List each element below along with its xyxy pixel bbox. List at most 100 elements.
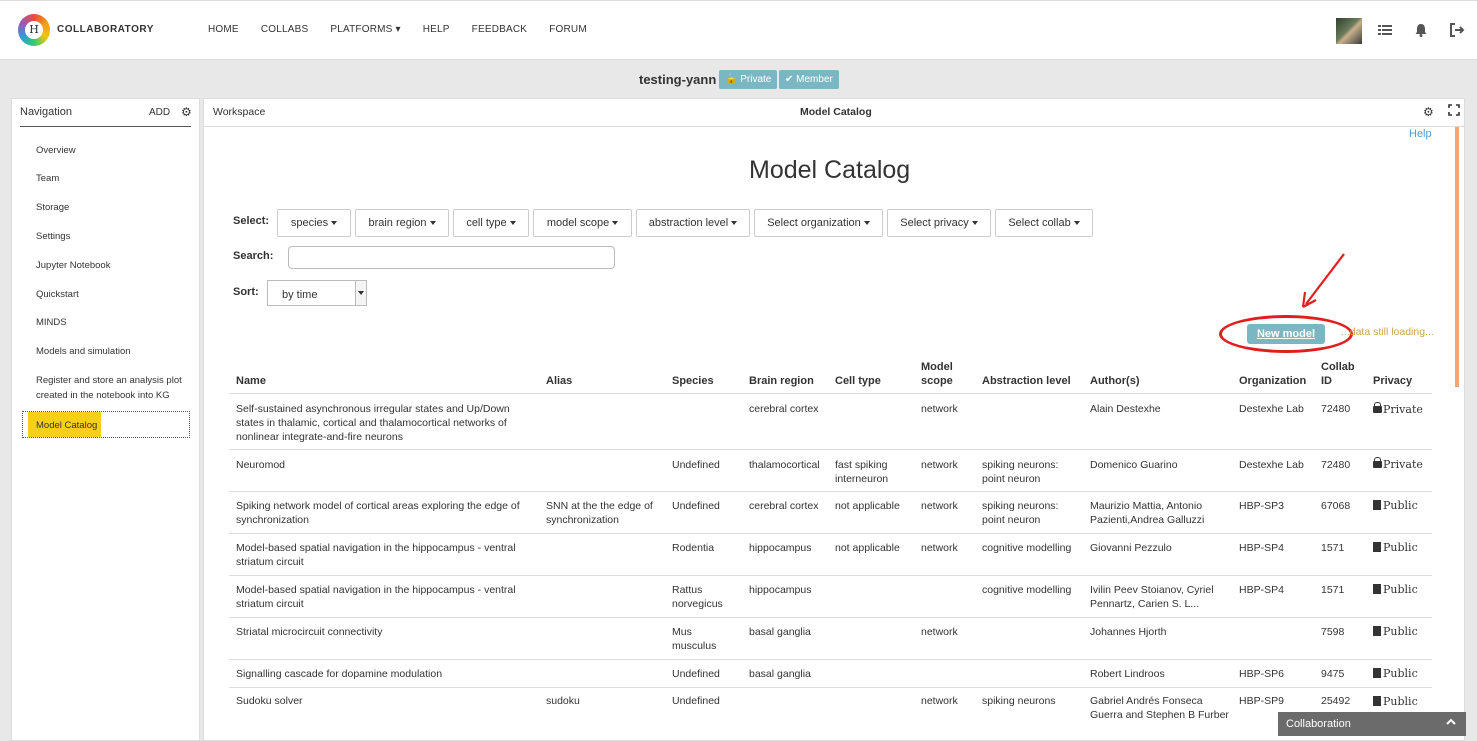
lock-icon bbox=[1373, 457, 1382, 468]
row-divider bbox=[229, 659, 1432, 660]
cell-organization: HBP-SP3 bbox=[1239, 500, 1284, 512]
logo-text: H bbox=[25, 21, 43, 39]
top-bar: H COLLABORATORY HOME COLLABS PLATFORMS ▾… bbox=[0, 0, 1477, 60]
cell-brain-region: cerebral cortex bbox=[749, 500, 819, 512]
cell-brain-region: thalamocortical bbox=[749, 459, 820, 471]
header-brain-region[interactable]: Brain region bbox=[749, 374, 814, 388]
cell-organization: Destexhe Lab bbox=[1239, 403, 1304, 415]
sidebar-item-model-catalog[interactable]: Model Catalog bbox=[36, 418, 196, 433]
collaboratory-logo-icon[interactable]: H bbox=[18, 14, 50, 46]
cell-species: Undefined bbox=[672, 668, 720, 680]
cell-privacy: Private bbox=[1373, 457, 1423, 472]
cell-collab-id: 25492 bbox=[1321, 695, 1351, 707]
row-divider bbox=[229, 491, 1432, 492]
collaboration-bar[interactable]: Collaboration bbox=[1278, 712, 1466, 736]
nav-feedback[interactable]: FEEDBACK bbox=[472, 24, 528, 35]
logout-icon[interactable] bbox=[1449, 22, 1465, 38]
row-divider bbox=[229, 575, 1432, 576]
cell-organization: HBP-SP6 bbox=[1239, 668, 1284, 680]
cell-alias: sudoku bbox=[546, 695, 580, 707]
header-cell-type[interactable]: Cell type bbox=[835, 374, 881, 388]
cell-authors: Johannes Hjorth bbox=[1090, 626, 1167, 638]
add-button[interactable]: ADD bbox=[149, 107, 170, 118]
sidebar-item-jupyter-notebook[interactable]: Jupyter Notebook bbox=[36, 258, 196, 273]
sidebar-item-register-analysis[interactable]: Register and store an analysis plot crea… bbox=[36, 373, 196, 403]
nav-help[interactable]: HELP bbox=[423, 24, 450, 35]
brand-name[interactable]: COLLABORATORY bbox=[57, 24, 154, 35]
cell-brain-region: hippocampus bbox=[749, 584, 812, 596]
sidebar-item-minds[interactable]: MINDS bbox=[36, 315, 196, 330]
book-icon bbox=[1373, 668, 1381, 678]
cell-authors: Maurizio Mattia, Antonio Pazienti,Andrea… bbox=[1090, 500, 1205, 526]
cell-name[interactable]: Model-based spatial navigation in the hi… bbox=[236, 583, 536, 611]
cell-collab-id: 7598 bbox=[1321, 626, 1345, 638]
bell-icon[interactable] bbox=[1413, 22, 1429, 38]
cell-organization: HBP-SP9 bbox=[1239, 695, 1284, 707]
divider bbox=[20, 126, 191, 127]
book-icon bbox=[1373, 500, 1381, 510]
cell-name[interactable]: Striatal microcircuit connectivity bbox=[236, 625, 536, 639]
cell-brain-region: cerebral cortex bbox=[749, 403, 819, 415]
cell-collab-id: 72480 bbox=[1321, 459, 1351, 471]
cell-organization: HBP-SP4 bbox=[1239, 542, 1284, 554]
chevron-up-icon[interactable] bbox=[1446, 712, 1456, 736]
sidebar-item-overview[interactable]: Overview bbox=[36, 143, 196, 158]
cell-model-scope: network bbox=[921, 542, 958, 554]
sidebar-item-storage[interactable]: Storage bbox=[36, 200, 196, 215]
user-avatar[interactable] bbox=[1336, 18, 1362, 44]
cell-cell-type: fast spiking interneuron bbox=[835, 459, 889, 485]
cell-species: Undefined bbox=[672, 459, 720, 471]
header-model-scope[interactable]: Model scope bbox=[921, 360, 971, 388]
cell-collab-id: 1571 bbox=[1321, 584, 1345, 596]
book-icon bbox=[1373, 584, 1381, 594]
cell-name[interactable]: Sudoku solver bbox=[236, 694, 536, 708]
cell-privacy: Public bbox=[1373, 667, 1418, 681]
list-icon[interactable] bbox=[1377, 22, 1393, 38]
header-collab-id[interactable]: Collab ID bbox=[1321, 360, 1361, 388]
cell-model-scope: network bbox=[921, 695, 958, 707]
cell-privacy: Public bbox=[1373, 695, 1418, 709]
cell-authors: Robert Lindroos bbox=[1090, 668, 1165, 680]
cell-collab-id: 9475 bbox=[1321, 668, 1345, 680]
main-nav: HOME COLLABS PLATFORMS ▾ HELP FEEDBACK F… bbox=[208, 24, 609, 35]
sidebar-item-team[interactable]: Team bbox=[36, 171, 196, 186]
cell-privacy: Public bbox=[1373, 499, 1418, 513]
cell-abstraction-level: spiking neurons: point neuron bbox=[982, 459, 1059, 485]
cell-name[interactable]: Model-based spatial navigation in the hi… bbox=[236, 541, 536, 569]
cell-name[interactable]: Spiking network model of cortical areas … bbox=[236, 499, 541, 527]
header-alias[interactable]: Alias bbox=[546, 374, 572, 388]
header-divider bbox=[229, 393, 1432, 394]
gear-icon[interactable]: ⚙ bbox=[181, 105, 192, 119]
header-abstraction-level[interactable]: Abstraction level bbox=[982, 374, 1071, 388]
nav-forum[interactable]: FORUM bbox=[549, 24, 587, 35]
cell-collab-id: 1571 bbox=[1321, 542, 1345, 554]
cell-collab-id: 67068 bbox=[1321, 500, 1351, 512]
cell-name[interactable]: Neuromod bbox=[236, 458, 536, 472]
cell-abstraction-level: spiking neurons bbox=[982, 695, 1056, 707]
header-species[interactable]: Species bbox=[672, 374, 714, 388]
privacy-label: Public bbox=[1383, 583, 1418, 596]
header-organization[interactable]: Organization bbox=[1239, 374, 1306, 388]
privacy-label: Public bbox=[1383, 625, 1418, 638]
cell-name[interactable]: Self-sustained asynchronous irregular st… bbox=[236, 402, 536, 444]
privacy-label: Public bbox=[1383, 499, 1418, 512]
nav-home[interactable]: HOME bbox=[208, 24, 239, 35]
cell-name[interactable]: Signalling cascade for dopamine modulati… bbox=[236, 667, 536, 681]
cell-species: Mus musculus bbox=[672, 626, 717, 652]
cell-authors: Domenico Guarino bbox=[1090, 459, 1178, 471]
cell-species: Undefined bbox=[672, 695, 720, 707]
header-privacy[interactable]: Privacy bbox=[1373, 374, 1412, 388]
nav-collabs[interactable]: COLLABS bbox=[261, 24, 309, 35]
privacy-label: Private bbox=[1383, 403, 1423, 416]
header-authors[interactable]: Author(s) bbox=[1090, 374, 1140, 388]
privacy-label: Private bbox=[1383, 458, 1423, 471]
book-icon bbox=[1373, 542, 1381, 552]
header-name[interactable]: Name bbox=[236, 374, 266, 388]
sidebar-item-settings[interactable]: Settings bbox=[36, 229, 196, 244]
nav-platforms[interactable]: PLATFORMS ▾ bbox=[330, 24, 400, 35]
sidebar-item-quickstart[interactable]: Quickstart bbox=[36, 287, 196, 302]
cell-species: Undefined bbox=[672, 500, 720, 512]
cell-brain-region: hippocampus bbox=[749, 542, 812, 554]
sidebar-item-models-and-simulation[interactable]: Models and simulation bbox=[36, 344, 196, 359]
cell-privacy: Public bbox=[1373, 583, 1418, 597]
